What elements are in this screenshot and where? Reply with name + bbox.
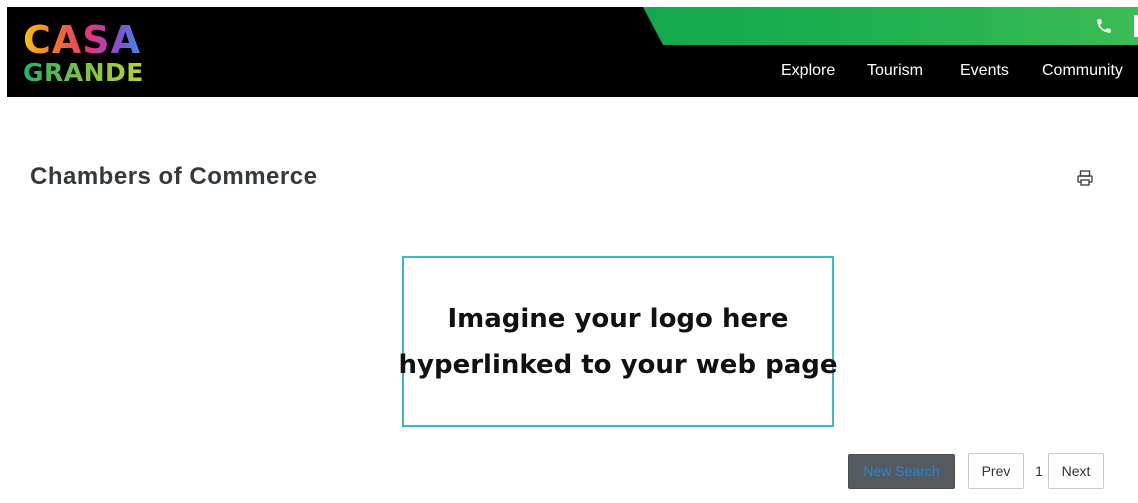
ad-line-2: hyperlinked to your web page: [398, 349, 838, 380]
current-page-number: 1: [1035, 463, 1043, 479]
nav-community[interactable]: Community: [1042, 59, 1123, 83]
new-search-button[interactable]: New Search: [848, 454, 955, 489]
nav-explore[interactable]: Explore: [781, 59, 835, 83]
nav-tourism[interactable]: Tourism: [867, 59, 923, 83]
next-page-button[interactable]: Next: [1048, 453, 1104, 489]
printer-icon[interactable]: [1076, 169, 1094, 187]
ad-line-1: Imagine your logo here: [447, 303, 789, 334]
phone-icon[interactable]: [1095, 17, 1113, 35]
nav-events[interactable]: Events: [960, 59, 1009, 83]
header-edge: [1134, 15, 1138, 37]
site-header: CASA GRANDE Explore Tourism Events Commu…: [7, 7, 1138, 97]
page-title: Chambers of Commerce: [30, 163, 318, 190]
prev-page-button[interactable]: Prev: [968, 453, 1024, 489]
sponsor-logo-placeholder[interactable]: Imagine your logo here hyperlinked to yo…: [399, 256, 838, 427]
casa-grande-logo[interactable]: CASA GRANDE: [21, 20, 161, 86]
logo-casa: CASA: [23, 20, 141, 62]
logo-grande: GRANDE: [23, 58, 144, 86]
header-contact-band: [643, 7, 1138, 45]
